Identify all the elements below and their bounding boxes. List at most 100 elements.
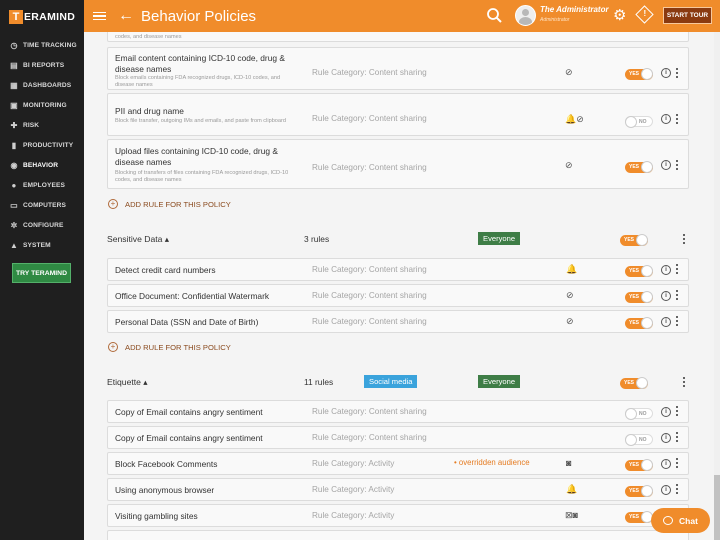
kebab-menu-icon[interactable]: [675, 316, 679, 327]
policy-name[interactable]: Etiquette ▴: [107, 377, 148, 388]
bell-block-icon: 🔔⊘: [565, 114, 584, 124]
rule-row[interactable]: Block Facebook Comments Rule Category: A…: [107, 452, 689, 475]
alert-icon[interactable]: !: [635, 5, 654, 24]
rule-toggle[interactable]: YES: [625, 459, 653, 471]
sidebar-item-behavior[interactable]: ◉ BEHAVIOR: [0, 155, 84, 175]
policy-toggle[interactable]: YES: [620, 377, 648, 389]
rule-row[interactable]: Copy of Email contains angry sentiment R…: [107, 426, 689, 449]
info-icon[interactable]: i: [661, 433, 671, 443]
bell-icon: 🔔: [566, 264, 578, 274]
search-icon[interactable]: [486, 7, 503, 24]
rule-toggle[interactable]: YES: [625, 485, 653, 497]
rule-row[interactable]: Office Document: Confidential Watermark …: [107, 284, 689, 307]
kebab-menu-icon[interactable]: [675, 114, 679, 125]
rule-toggle[interactable]: YES: [625, 161, 653, 173]
hamburger-menu-icon[interactable]: [93, 11, 106, 21]
rule-toggle[interactable]: YES: [625, 511, 653, 523]
rule-category: Rule Category: Content sharing: [312, 433, 427, 442]
rule-toggle[interactable]: NO: [625, 408, 653, 420]
tag-badge[interactable]: Social media: [364, 375, 418, 388]
policy-toggle[interactable]: YES: [620, 234, 648, 246]
teramind-logo[interactable]: T ERAMIND: [0, 0, 84, 34]
rule-description: Blocking of transfers of files containin…: [115, 170, 289, 183]
logo-text: ERAMIND: [24, 11, 76, 23]
info-icon[interactable]: i: [661, 407, 671, 417]
sidebar-item-label: COMPUTERS: [23, 201, 67, 209]
kebab-menu-icon[interactable]: [675, 290, 679, 301]
sidebar-item-time-tracking[interactable]: ◷ TIME TRACKING: [0, 35, 84, 55]
block-icon: ⊘: [566, 316, 574, 326]
audience-badge[interactable]: Everyone: [478, 232, 521, 245]
sidebar-item-dashboards[interactable]: ▦ DASHBOARDS: [0, 75, 84, 95]
policy-name[interactable]: Sensitive Data ▴: [107, 234, 169, 245]
kebab-menu-icon[interactable]: [675, 264, 679, 275]
kebab-menu-icon[interactable]: [675, 458, 679, 469]
sidebar-item-bi-reports[interactable]: ▤ BI REPORTS: [0, 55, 84, 75]
kebab-menu-icon[interactable]: [675, 484, 679, 495]
rule-category: Rule Category: Content sharing: [312, 407, 427, 416]
user-name[interactable]: The Administrator: [540, 5, 609, 14]
back-arrow-icon[interactable]: ←: [118, 7, 134, 25]
info-icon[interactable]: i: [661, 485, 671, 495]
info-icon[interactable]: i: [661, 317, 671, 327]
rule-toggle[interactable]: YES: [625, 265, 653, 277]
dashboard-icon: ▦: [10, 80, 18, 90]
sidebar-item-monitoring[interactable]: ▣ MONITORING: [0, 95, 84, 115]
sidebar-item-risk[interactable]: ✚ RISK: [0, 115, 84, 135]
rule-row[interactable]: Visiting gambling sites Rule Category: A…: [107, 504, 689, 527]
rule-row[interactable]: Using anonymous browser Rule Category: A…: [107, 478, 689, 501]
rule-row[interactable]: Upload files containing ICD-10 code, dru…: [107, 139, 689, 189]
computer-icon: ▭: [10, 200, 18, 210]
add-rule-button[interactable]: + ADD RULE FOR THIS POLICY: [108, 342, 231, 352]
start-tour-button[interactable]: START TOUR: [663, 7, 712, 24]
scrollbar[interactable]: [714, 32, 720, 540]
info-icon[interactable]: i: [661, 68, 671, 78]
add-rule-button[interactable]: + ADD RULE FOR THIS POLICY: [108, 199, 231, 209]
sidebar-item-system[interactable]: ▲ SYSTEM: [0, 235, 84, 255]
rule-category: Rule Category: Activity: [312, 459, 395, 468]
gear-icon[interactable]: ⚙: [613, 7, 626, 24]
avatar[interactable]: [515, 5, 536, 26]
chat-button[interactable]: Chat: [651, 508, 710, 533]
rule-row[interactable]: [107, 530, 689, 540]
rule-row[interactable]: Email content containing ICD-10 code, dr…: [107, 47, 689, 90]
rule-row[interactable]: Detect credit card numbers Rule Category…: [107, 258, 689, 281]
rule-toggle[interactable]: NO: [625, 434, 653, 446]
info-icon[interactable]: i: [661, 291, 671, 301]
kebab-menu-icon[interactable]: [682, 234, 686, 245]
overridden-audience-label[interactable]: • overridden audience: [454, 458, 530, 467]
scroll-thumb[interactable]: [714, 475, 720, 540]
info-icon[interactable]: i: [661, 265, 671, 275]
sidebar-item-computers[interactable]: ▭ COMPUTERS: [0, 195, 84, 215]
kebab-menu-icon[interactable]: [682, 377, 686, 388]
rule-name: Upload files containing ICD-10 code, dru…: [115, 146, 278, 167]
sidebar-item-configure[interactable]: ✲ CONFIGURE: [0, 215, 84, 235]
user-role: Administrator: [540, 17, 570, 23]
sidebar-item-label: DASHBOARDS: [23, 81, 72, 89]
info-icon[interactable]: i: [661, 114, 671, 124]
rule-toggle[interactable]: YES: [625, 317, 653, 329]
rule-row[interactable]: Personal Data (SSN and Date of Birth) Ru…: [107, 310, 689, 333]
rule-row[interactable]: Copy of Email contains angry sentiment R…: [107, 400, 689, 423]
sidebar-item-employees[interactable]: ● EMPLOYEES: [0, 175, 84, 195]
sidebar-item-label: CONFIGURE: [23, 221, 64, 229]
info-icon[interactable]: i: [661, 160, 671, 170]
chat-bubble-icon: [663, 516, 674, 525]
kebab-menu-icon[interactable]: [675, 432, 679, 443]
kebab-menu-icon[interactable]: [675, 160, 679, 171]
sidebar-item-label: SYSTEM: [23, 241, 51, 249]
audience-badge[interactable]: Everyone: [478, 375, 521, 388]
info-icon[interactable]: i: [661, 459, 671, 469]
rule-row[interactable]: codes, and disease names: [107, 32, 689, 42]
add-rule-label: ADD RULE FOR THIS POLICY: [125, 342, 231, 352]
rule-toggle[interactable]: YES: [625, 68, 653, 80]
kebab-menu-icon[interactable]: [675, 406, 679, 417]
try-teramind-button[interactable]: TRY TERAMIND: [12, 263, 71, 283]
rule-toggle[interactable]: YES: [625, 291, 653, 303]
rule-name: Email content containing ICD-10 code, dr…: [115, 53, 285, 74]
kebab-menu-icon[interactable]: [675, 68, 679, 79]
sidebar-item-label: EMPLOYEES: [23, 181, 65, 189]
rule-row[interactable]: PII and drug name Block file transfer, o…: [107, 93, 689, 136]
sidebar-item-productivity[interactable]: ▮ PRODUCTIVITY: [0, 135, 84, 155]
rule-toggle[interactable]: NO: [625, 116, 653, 128]
